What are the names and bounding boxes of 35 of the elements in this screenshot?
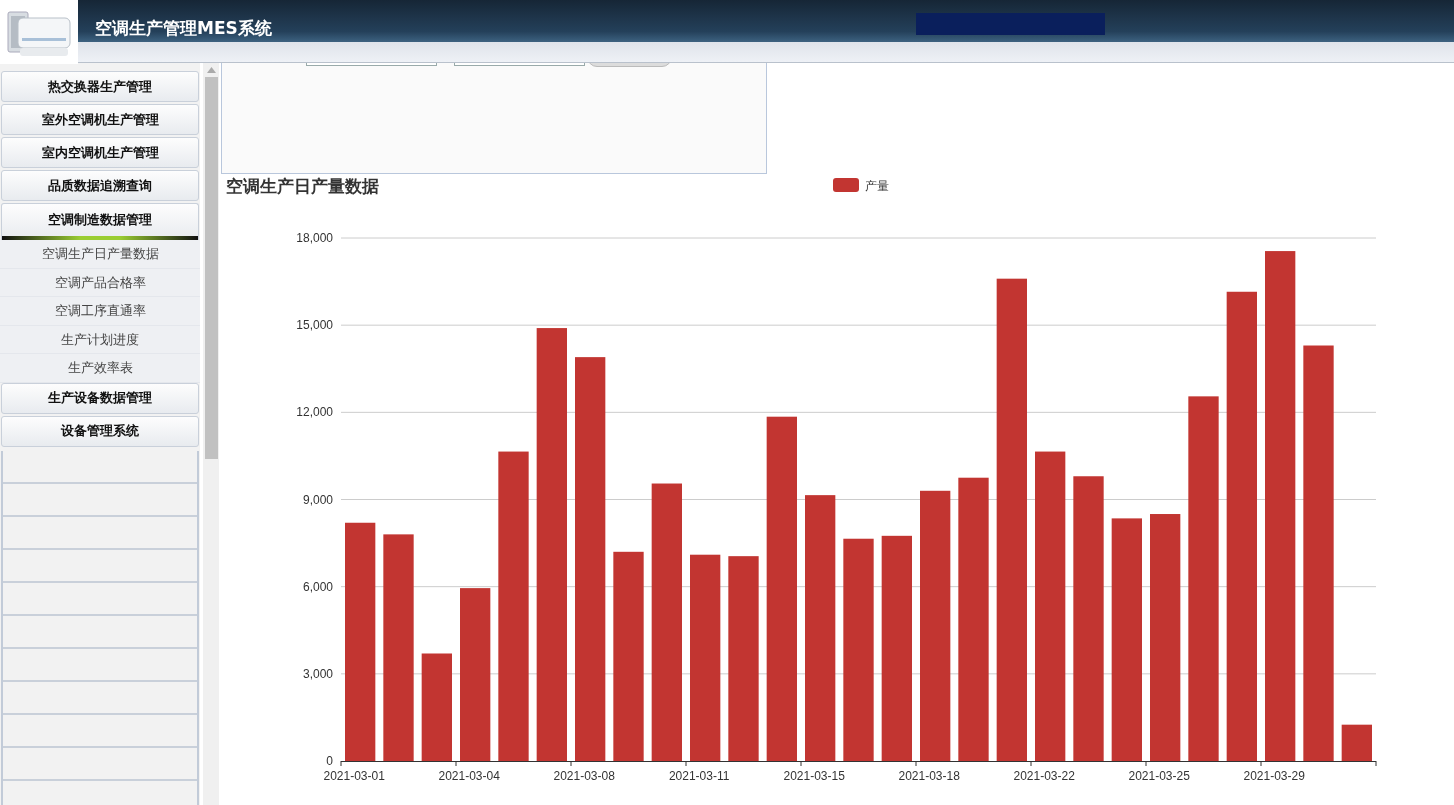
menu-item[interactable]: 生产计划进度 — [0, 325, 200, 354]
axis-label: 2021-03-08 — [553, 769, 615, 783]
scrollbar[interactable] — [203, 63, 219, 805]
menu-group-button[interactable]: 设备管理系统 — [1, 415, 199, 447]
axis-label: 9,000 — [302, 492, 333, 507]
menu-group-button[interactable]: 热交换器生产管理 — [1, 71, 199, 102]
chart-title: 空调生产日产量数据 — [226, 176, 379, 196]
axis-label: 2021-03-25 — [1128, 769, 1190, 783]
menu-item[interactable]: 空调工序直通率 — [0, 297, 200, 326]
menu-group-button[interactable]: 室内空调机生产管理 — [1, 137, 199, 168]
axis-label: 2021-03-01 — [323, 769, 385, 783]
scrollbar-thumb[interactable] — [204, 77, 218, 459]
axis-label: 2021-03-29 — [1243, 769, 1305, 783]
menu-item[interactable]: 生产效率表 — [0, 354, 200, 383]
axis-label: 12,000 — [296, 405, 333, 420]
axis-label: 3,000 — [302, 666, 333, 681]
menu-item[interactable]: 空调生产日产量数据 — [0, 240, 200, 269]
menu-group-button[interactable]: 空调制造数据管理 — [1, 203, 199, 240]
scroll-up-icon[interactable] — [206, 67, 216, 73]
app-title: 空调生产管理MES系统 — [95, 17, 272, 40]
axis-label: 2021-03-04 — [438, 769, 500, 783]
legend-label: 产量 — [865, 179, 889, 193]
axis-label: 18,000 — [296, 231, 333, 245]
axis-label: 6,000 — [302, 579, 333, 594]
bar — [1341, 724, 1372, 761]
menu-group-button[interactable]: 生产设备数据管理 — [1, 382, 199, 414]
menu-group-button[interactable]: 室外空调机生产管理 — [1, 104, 199, 135]
axis-label: 0 — [326, 754, 333, 768]
axis-label: 2021-03-11 — [668, 769, 730, 783]
axis-label: 2021-03-22 — [1013, 769, 1075, 783]
menu-item[interactable]: 空调产品合格率 — [0, 268, 200, 297]
axis-label: 15,000 — [296, 318, 333, 333]
axis-label: 2021-03-18 — [898, 769, 960, 783]
menu-group-button[interactable]: 品质数据追溯查询 — [1, 170, 199, 201]
axis-label: 2021-03-15 — [783, 769, 845, 783]
